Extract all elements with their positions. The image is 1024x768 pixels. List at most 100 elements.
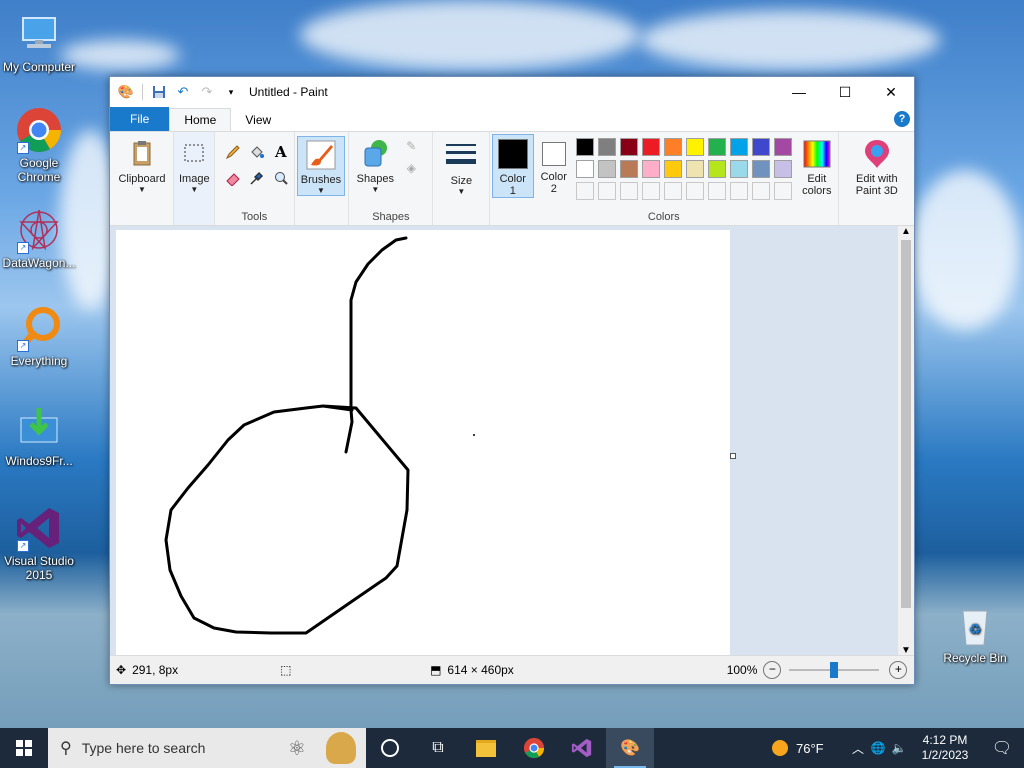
desktop-icon-google-chrome[interactable]: ↗ Google Chrome bbox=[1, 106, 77, 184]
palette-swatch[interactable] bbox=[597, 182, 616, 200]
chevron-down-icon: ▼ bbox=[138, 185, 146, 194]
palette-swatch[interactable] bbox=[619, 138, 638, 156]
show-hidden-icons-chevron-icon[interactable]: ︿ bbox=[848, 740, 868, 757]
clock-time: 4:12 PM bbox=[922, 733, 968, 747]
chrome-taskbar-button[interactable] bbox=[510, 728, 558, 768]
drawing-canvas[interactable] bbox=[116, 230, 730, 656]
palette-swatch[interactable] bbox=[575, 138, 594, 156]
desktop-icon-recycle-bin[interactable]: ♻ Recycle Bin bbox=[937, 601, 1013, 665]
desktop-icon-windos9fr[interactable]: Windos9Fr... bbox=[1, 404, 77, 468]
help-icon[interactable]: ? bbox=[894, 111, 910, 127]
zoom-slider[interactable] bbox=[789, 662, 880, 678]
line-width-icon bbox=[445, 140, 477, 172]
zoom-out-button[interactable]: − bbox=[763, 661, 782, 679]
palette-swatch[interactable] bbox=[663, 182, 682, 200]
palette-swatch[interactable] bbox=[597, 138, 616, 156]
redo-icon[interactable]: ↷ bbox=[199, 84, 215, 100]
start-button[interactable] bbox=[0, 728, 48, 768]
color-2-button[interactable]: Color 2 bbox=[534, 134, 574, 196]
palette-swatch[interactable] bbox=[575, 160, 594, 178]
size-button[interactable]: Size ▼ bbox=[439, 140, 483, 196]
palette-swatch[interactable] bbox=[597, 160, 616, 178]
notifications-icon[interactable]: 🗨 bbox=[980, 738, 1024, 758]
vertical-scrollbar[interactable]: ▲ ▼ bbox=[898, 226, 914, 656]
tab-view[interactable]: View bbox=[231, 109, 285, 131]
visual-studio-taskbar-button[interactable] bbox=[558, 728, 606, 768]
palette-swatch[interactable] bbox=[707, 160, 726, 178]
eraser-icon[interactable] bbox=[223, 168, 243, 188]
palette-swatch[interactable] bbox=[707, 182, 726, 200]
palette-swatch[interactable] bbox=[751, 160, 770, 178]
palette-swatch[interactable] bbox=[751, 138, 770, 156]
palette-swatch[interactable] bbox=[773, 160, 792, 178]
minimize-button[interactable]: — bbox=[776, 77, 822, 107]
close-button[interactable]: ✕ bbox=[868, 77, 914, 107]
zoom-slider-thumb[interactable] bbox=[830, 662, 839, 678]
zoom-in-button[interactable]: + bbox=[889, 661, 908, 679]
tab-file[interactable]: File bbox=[110, 107, 170, 131]
palette-swatch[interactable] bbox=[619, 160, 638, 178]
tab-home[interactable]: Home bbox=[169, 108, 232, 131]
edit-colors-button[interactable]: Edit colors bbox=[795, 138, 839, 197]
palette-swatch[interactable] bbox=[729, 138, 748, 156]
paint-taskbar-button[interactable]: 🎨 bbox=[606, 728, 654, 768]
pencil-icon[interactable] bbox=[223, 142, 243, 162]
palette-swatch[interactable] bbox=[707, 138, 726, 156]
edit-with-paint3d-button[interactable]: Edit with Paint 3D bbox=[845, 138, 909, 197]
canvas-area[interactable] bbox=[110, 226, 898, 656]
weather-temp[interactable]: 76°F bbox=[796, 741, 844, 756]
file-explorer-button[interactable] bbox=[462, 728, 510, 768]
search-box[interactable]: ⚲ Type here to search ⚛ bbox=[48, 728, 366, 768]
desktop-icon-visual-studio[interactable]: ↗ Visual Studio 2015 bbox=[1, 504, 77, 582]
image-button[interactable]: Image ▼ bbox=[176, 138, 212, 194]
shapes-button[interactable]: Shapes ▼ bbox=[353, 138, 397, 194]
network-icon[interactable]: 🌐 bbox=[868, 741, 888, 755]
fill-icon[interactable]: ◈ bbox=[401, 158, 421, 178]
volume-icon[interactable]: 🔈 bbox=[888, 741, 910, 755]
palette-swatch[interactable] bbox=[685, 138, 704, 156]
color-picker-icon[interactable] bbox=[247, 168, 267, 188]
save-icon[interactable] bbox=[151, 84, 167, 100]
color-1-button[interactable]: Color 1 bbox=[491, 134, 534, 198]
paint-window[interactable]: 🎨 ↶ ↷ ▾ Untitled - Paint — ☐ ✕ File Home… bbox=[109, 76, 915, 685]
svg-text:♻: ♻ bbox=[969, 621, 982, 637]
canvas-resize-handle[interactable] bbox=[730, 453, 736, 459]
palette-swatch[interactable] bbox=[641, 182, 660, 200]
scrollbar-thumb[interactable] bbox=[901, 240, 911, 608]
title-bar[interactable]: 🎨 ↶ ↷ ▾ Untitled - Paint — ☐ ✕ bbox=[110, 77, 914, 107]
palette-swatch[interactable] bbox=[685, 160, 704, 178]
palette-swatch[interactable] bbox=[773, 138, 792, 156]
fill-bucket-icon[interactable] bbox=[247, 142, 267, 162]
palette-swatch[interactable] bbox=[773, 182, 792, 200]
palette-swatch[interactable] bbox=[641, 160, 660, 178]
text-tool-icon[interactable]: A bbox=[271, 142, 291, 162]
scroll-up-icon[interactable]: ▲ bbox=[898, 226, 914, 237]
customize-dropdown-icon[interactable]: ▾ bbox=[223, 84, 239, 100]
palette-swatch[interactable] bbox=[619, 182, 638, 200]
desktop-icon-everything[interactable]: ↗ Everything bbox=[1, 304, 77, 368]
palette-swatch[interactable] bbox=[663, 138, 682, 156]
wallpaper-cloud bbox=[60, 40, 180, 70]
clock[interactable]: 4:12 PM 1/2/2023 bbox=[910, 733, 980, 763]
task-view-button[interactable]: ⧉ bbox=[414, 728, 462, 768]
outline-icon[interactable]: ✎ bbox=[401, 136, 421, 156]
palette-swatch[interactable] bbox=[729, 160, 748, 178]
shortcut-arrow-icon: ↗ bbox=[17, 540, 29, 552]
clipboard-button[interactable]: Clipboard ▼ bbox=[114, 138, 170, 194]
desktop-icon-my-computer[interactable]: My Computer bbox=[1, 10, 77, 74]
maximize-button[interactable]: ☐ bbox=[822, 77, 868, 107]
shapes-group-label: Shapes bbox=[372, 211, 410, 223]
undo-icon[interactable]: ↶ bbox=[175, 84, 191, 100]
desktop-icon-datawagon[interactable]: ↗ DataWagon... bbox=[1, 206, 77, 270]
palette-swatch[interactable] bbox=[575, 182, 594, 200]
desktop-icon-label: DataWagon... bbox=[2, 256, 76, 270]
magnifier-icon[interactable] bbox=[271, 168, 291, 188]
brushes-button[interactable]: Brushes ▼ bbox=[296, 136, 345, 196]
palette-swatch[interactable] bbox=[751, 182, 770, 200]
paint-app-icon[interactable]: 🎨 bbox=[118, 84, 134, 100]
palette-swatch[interactable] bbox=[685, 182, 704, 200]
task-view-cortana-button[interactable] bbox=[366, 728, 414, 768]
palette-swatch[interactable] bbox=[663, 160, 682, 178]
palette-swatch[interactable] bbox=[729, 182, 748, 200]
palette-swatch[interactable] bbox=[641, 138, 660, 156]
